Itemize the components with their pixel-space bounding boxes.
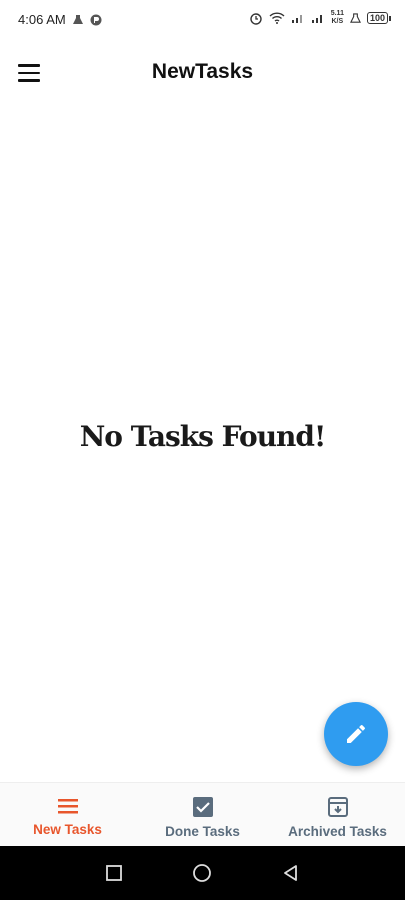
circle-icon	[193, 864, 212, 882]
page-title: NewTasks	[151, 60, 254, 83]
alarm-icon	[250, 13, 262, 25]
system-navigation-bar	[0, 846, 405, 900]
triangle-back-icon	[283, 865, 297, 881]
battery-icon: 100	[366, 12, 391, 24]
status-left: 4:06 AM	[18, 12, 102, 27]
status-time: 4:06 AM	[18, 12, 66, 27]
app-bar: NewTasks	[0, 48, 405, 98]
flask-icon	[72, 14, 83, 24]
tab-done-tasks-label: Done Tasks	[165, 824, 240, 839]
recents-button[interactable]	[99, 858, 129, 888]
add-task-button[interactable]	[324, 702, 388, 766]
tab-archived-tasks[interactable]: Archived Tasks	[270, 783, 405, 847]
flask-icon-2	[349, 12, 361, 23]
app-notification-icon	[90, 14, 102, 25]
empty-state-message: No Tasks Found!	[79, 420, 327, 453]
tab-done-tasks[interactable]: Done Tasks	[135, 783, 270, 847]
list-icon	[57, 799, 78, 814]
signal-icon-1	[291, 15, 302, 23]
home-button[interactable]	[187, 858, 217, 888]
status-bar: 4:06 AM 5.11 K/S 100	[0, 0, 405, 40]
tab-archived-tasks-label: Archived Tasks	[288, 824, 387, 839]
square-icon	[106, 865, 123, 881]
wifi-icon	[269, 12, 285, 24]
tab-new-tasks[interactable]: New Tasks	[0, 783, 135, 847]
status-right: 5.11 K/S 100	[249, 10, 391, 26]
pencil-icon	[347, 724, 366, 743]
network-speed: 5.11 K/S	[330, 10, 344, 25]
tab-new-tasks-label: New Tasks	[33, 822, 102, 837]
back-button[interactable]	[276, 858, 306, 888]
signal-icon-2	[311, 15, 322, 23]
archive-icon	[327, 797, 348, 817]
bottom-navigation: New Tasks Done Tasks Archived Tasks	[0, 782, 405, 847]
checkbox-icon	[192, 797, 213, 817]
